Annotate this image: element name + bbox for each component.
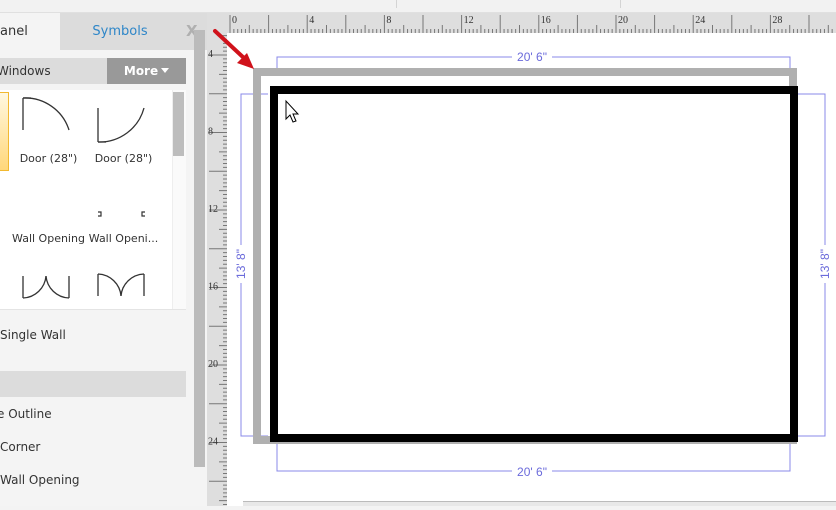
vertical-ruler-ticks: 4812162024 <box>208 35 227 505</box>
more-label: More <box>123 64 159 78</box>
horizontal-scrollbar[interactable] <box>243 501 836 506</box>
tab-panel[interactable]: anel <box>0 13 60 50</box>
ruler-label: 12 <box>464 15 474 26</box>
section-header[interactable] <box>0 371 186 397</box>
shape-door-right[interactable]: Door (28") <box>86 90 161 170</box>
ruler-label: 16 <box>541 15 551 26</box>
ruler-label: 12 <box>208 204 218 215</box>
door-right-swing-icon <box>97 107 145 143</box>
shape-label: Wall Openi... <box>88 232 159 245</box>
double-door-up-icon <box>97 273 145 297</box>
ruler-label: 16 <box>208 282 218 293</box>
toolbar-separator <box>396 0 397 8</box>
toolbar-separator <box>620 0 621 8</box>
list-item-wall-opening[interactable]: Wall Opening <box>0 473 80 487</box>
ruler-label: 20 <box>618 15 628 26</box>
ruler-label: 28 <box>772 15 782 26</box>
horizontal-ruler-ticks: 0 4 8 12 16 20 24 28 <box>229 15 833 33</box>
panel-scrollbar[interactable] <box>194 30 205 467</box>
ruler-label: 24 <box>695 15 705 26</box>
shape-double-door-up[interactable] <box>86 260 161 309</box>
shapes-grid: Door (28") Door (28") Wall Opening Wall … <box>0 90 186 310</box>
horizontal-ruler: 0 4 8 12 16 20 24 28 <box>207 13 836 33</box>
shape-wall-opening[interactable]: Wall Opening <box>11 170 86 250</box>
red-arrow-icon <box>213 29 254 69</box>
tab-symbols[interactable]: Symbols <box>60 13 180 50</box>
list-item-outline[interactable]: e Outline <box>0 407 52 421</box>
ruler-label: 8 <box>386 15 391 26</box>
category-header[interactable]: Windows More <box>0 58 186 84</box>
shape-label: Wall Opening <box>12 232 85 245</box>
category-title: Windows <box>0 64 51 78</box>
panel-tabs: anel Symbols X <box>0 13 207 50</box>
shape-door-left[interactable]: Door (28") <box>11 90 86 170</box>
top-bar <box>0 0 836 13</box>
wall-opening-icon <box>11 170 86 230</box>
vertical-ruler: 4 8 12 16 20 24 <box>207 33 227 506</box>
tab-panel-label: anel <box>0 24 28 39</box>
wall-opening-brackets-icon <box>98 211 145 217</box>
door-left-swing-icon <box>22 97 70 131</box>
list-item-single-wall[interactable]: Single Wall <box>0 328 66 342</box>
floor-plan-drawing: 20' 6" 13' 8" 13' 8" 20' 6" <box>233 49 833 479</box>
ruler-label: 4 <box>309 15 314 26</box>
ruler-label: 8 <box>208 127 213 138</box>
more-button[interactable]: More <box>107 58 186 84</box>
shape-double-door-down[interactable] <box>11 260 86 309</box>
room-wall-outline[interactable] <box>270 86 798 442</box>
shape-library-panel: anel Symbols X Windows More Door (28") D… <box>0 13 207 506</box>
drawing-canvas[interactable]: 20' 6" 13' 8" 13' 8" 20' 6" <box>227 33 836 506</box>
dimension-label-top: 20' 6" <box>517 50 547 64</box>
shape-wall-opening-2[interactable]: Wall Openi... <box>86 170 161 250</box>
shape-label: Door (28") <box>94 152 153 165</box>
selected-shape-icon[interactable] <box>0 92 9 171</box>
dimension-label-right: 13' 8" <box>818 249 832 279</box>
double-door-down-icon <box>22 275 70 299</box>
shapes-scrollbar[interactable] <box>173 92 184 156</box>
ruler-label: 20 <box>208 359 218 370</box>
dimension-label-bottom: 20' 6" <box>517 465 547 479</box>
ruler-label: 24 <box>208 437 218 448</box>
list-item-corner[interactable]: Corner <box>0 440 40 454</box>
caret-down-icon <box>161 68 170 73</box>
shape-label: Door (28") <box>19 152 78 165</box>
dimension-label-left: 13' 8" <box>234 249 248 279</box>
